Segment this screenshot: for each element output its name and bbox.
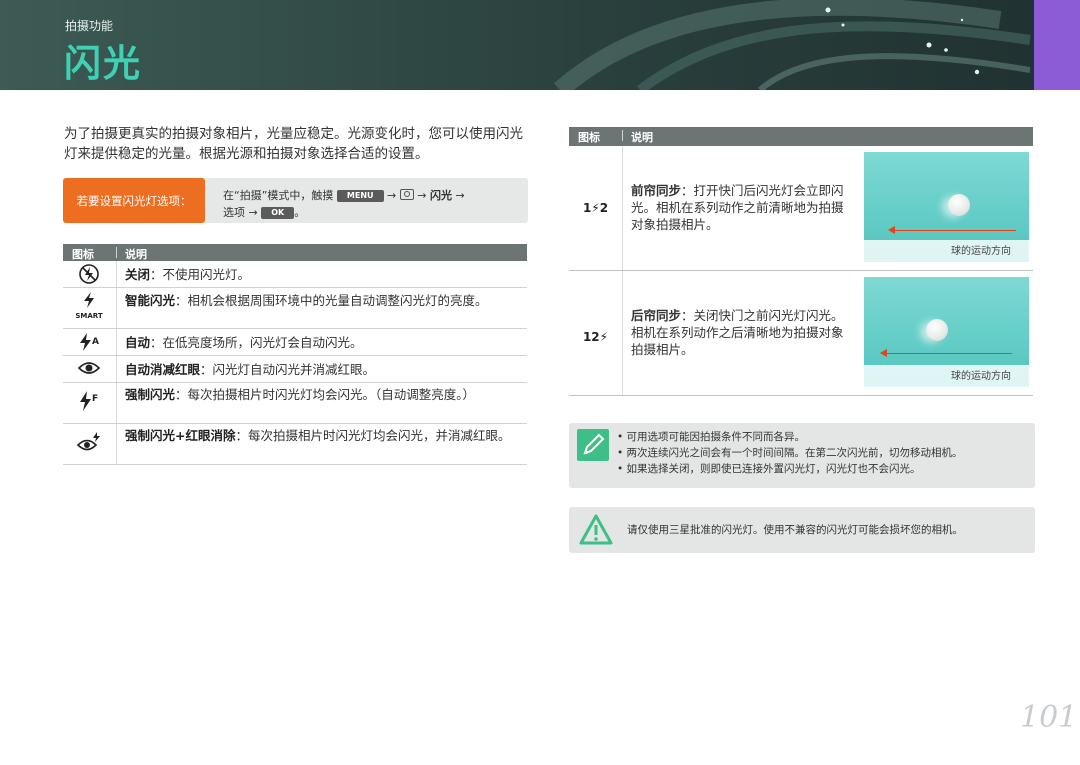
arrow: → — [387, 189, 397, 202]
svg-text:A: A — [92, 337, 99, 347]
fill-red-eye-icon — [63, 432, 115, 458]
setting-steps: 在“拍摄”模式中，触摸 MENU → → 闪光 → 选项 → OK。 — [223, 189, 465, 219]
auto-flash-icon: A — [63, 333, 115, 355]
smart-flash-icon: SMART — [63, 292, 115, 320]
ball — [948, 194, 970, 216]
svg-text:F: F — [92, 394, 98, 404]
arrow: → — [248, 206, 258, 219]
rear-curtain-photo: 球的运动方向 — [864, 277, 1029, 387]
front-curtain-icon: 1⚡2 — [582, 201, 609, 215]
table-row: 12⚡ 后帘同步：关闭快门之前闪光灯闪光。相机在系列动作之后清晰地为拍摄对象拍摄… — [569, 271, 1033, 396]
red-eye-icon — [63, 360, 115, 380]
flash-menu-label: 闪光 — [429, 189, 452, 202]
note-item: 如果选择关闭，则即使已连接外置闪光灯，闪光灯也不会闪光。 — [617, 461, 963, 477]
rear-curtain-icon: 12⚡ — [582, 330, 609, 344]
table-row: SMART 智能闪光：相机会根据周围环境中的光量自动调整闪光灯的亮度。 — [63, 288, 527, 329]
row-desc: 智能闪光：相机会根据周围环境中的光量自动调整闪光灯的亮度。 — [125, 293, 488, 308]
right-table-header: 图标 说明 — [569, 127, 1033, 146]
warning-box: 请仅使用三星批准的闪光灯。使用不兼容的闪光灯可能会损坏您的相机。 — [569, 507, 1035, 553]
row-desc: 前帘同步：打开快门后闪光灯会立即闪光。相机在系列动作之前清晰地为拍摄对象拍摄相片… — [631, 183, 844, 232]
front-curtain-photo: 球的运动方向 — [864, 152, 1029, 262]
table-row: 强制闪光+红眼消除：每次拍摄相片时闪光灯均会闪光，并消减红眼。 — [63, 424, 527, 465]
col-icon-header: 图标 — [72, 248, 94, 261]
header-banner: 拍摄功能 闪光 — [0, 0, 1080, 90]
row-desc: 关闭：不使用闪光灯。 — [125, 267, 251, 282]
note-item: 两次连续闪光之间会有一个时间间隔。在第二次闪光前，切勿移动相机。 — [617, 445, 963, 461]
row-desc: 自动消减红眼：闪光灯自动闪光并消减红眼。 — [125, 362, 376, 377]
chapter-tab[interactable] — [1034, 0, 1080, 90]
row-desc: 强制闪光：每次拍摄相片时闪光灯均会闪光。（自动调整亮度。） — [125, 387, 476, 402]
page-number: 101 — [1020, 700, 1078, 735]
row-desc: 自动：在低亮度场所，闪光灯会自动闪光。 — [125, 335, 363, 350]
step-text: 选项 — [223, 206, 245, 219]
table-row: 关闭：不使用闪光灯。 — [63, 261, 527, 288]
table-row: F 强制闪光：每次拍摄相片时闪光灯均会闪光。（自动调整亮度。） — [63, 383, 527, 424]
page-title: 闪光 — [64, 42, 142, 85]
flash-off-icon — [63, 263, 115, 289]
warning-icon — [579, 514, 613, 545]
table-row: 1⚡2 前帘同步：打开快门后闪光灯会立即闪光。相机在系列动作之前清晰地为拍摄对象… — [569, 146, 1033, 271]
note-item: 可用选项可能因拍摄条件不同而各异。 — [617, 429, 963, 445]
pencil-note-icon — [577, 429, 609, 461]
note-box: 可用选项可能因拍摄条件不同而各异。 两次连续闪光之间会有一个时间间隔。在第二次闪… — [569, 423, 1035, 488]
section-label: 拍摄功能 — [65, 19, 114, 33]
warning-text: 请仅使用三星批准的闪光灯。使用不兼容的闪光灯可能会损坏您的相机。 — [627, 524, 963, 536]
table-row: 自动消减红眼：闪光灯自动闪光并消减红眼。 — [63, 356, 527, 383]
table-row: A 自动：在低亮度场所，闪光灯会自动闪光。 — [63, 329, 527, 356]
row-desc: 后帘同步：关闭快门之前闪光灯闪光。相机在系列动作之后清晰地为拍摄对象拍摄相片。 — [631, 308, 844, 357]
banner-decoration — [554, 0, 1031, 90]
intro-paragraph: 为了拍摄更真实的拍摄对象相片，光量应稳定。光源变化时，您可以使用闪光灯来提供稳定… — [64, 126, 523, 162]
setting-instruction-box: 若要设置闪光灯选项： 在“拍摄”模式中，触摸 MENU → → 闪光 → 选项 … — [63, 178, 528, 223]
col-icon-header: 图标 — [578, 131, 600, 144]
step-text: 在“拍摄”模式中，触摸 — [223, 189, 334, 202]
menu-key: MENU — [336, 190, 384, 202]
left-table-header: 图标 说明 — [63, 244, 527, 261]
fill-flash-icon: F — [63, 391, 115, 415]
photo-caption: 球的运动方向 — [951, 246, 1011, 257]
note-list: 可用选项可能因拍摄条件不同而各异。 两次连续闪光之间会有一个时间间隔。在第二次闪… — [617, 429, 963, 477]
col-desc-header: 说明 — [125, 248, 147, 261]
arrow: → — [417, 189, 427, 202]
ok-key: OK — [261, 207, 295, 219]
setting-tag: 若要设置闪光灯选项： — [63, 178, 205, 223]
arrow: → — [455, 189, 465, 202]
ball — [926, 319, 948, 341]
row-desc: 强制闪光+红眼消除：每次拍摄相片时闪光灯均会闪光，并消减红眼。 — [125, 428, 511, 443]
camera-icon — [399, 189, 414, 200]
photo-caption: 球的运动方向 — [951, 371, 1011, 382]
col-desc-header: 说明 — [631, 131, 653, 144]
